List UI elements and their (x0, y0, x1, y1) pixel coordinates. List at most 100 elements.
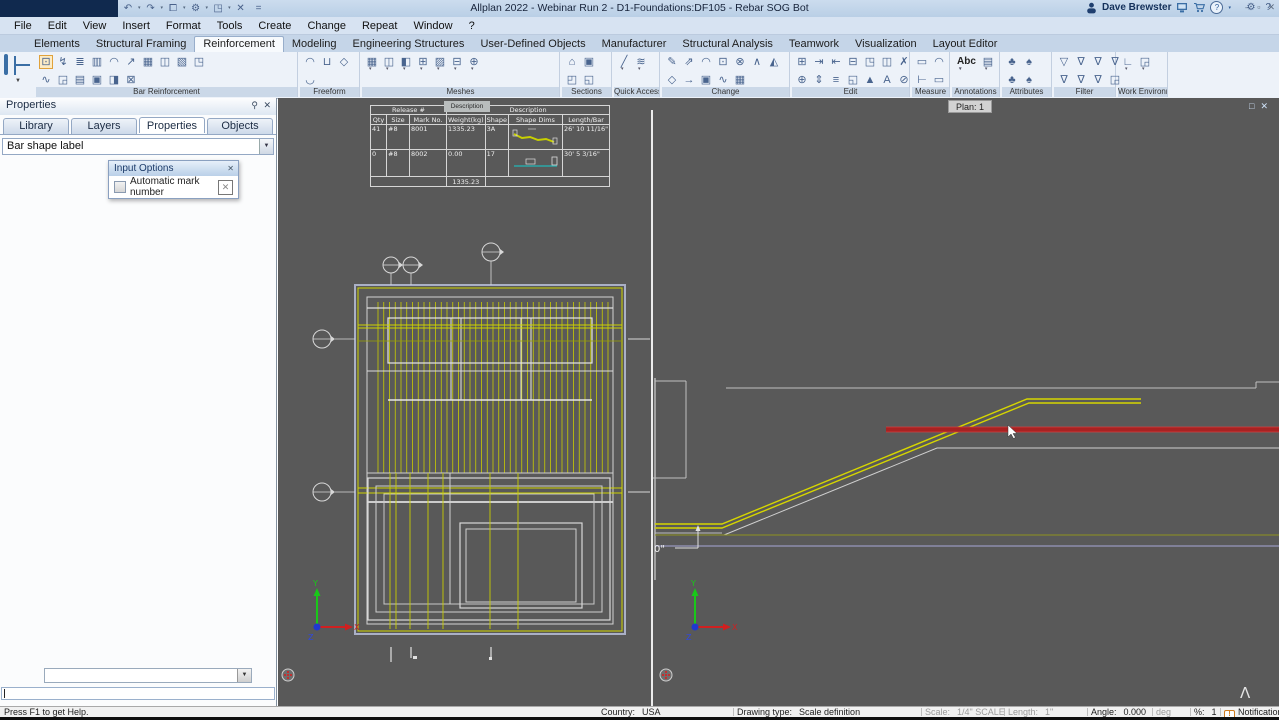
tool-icon[interactable]: ⊡ (716, 55, 730, 69)
tool-icon[interactable]: ⊕ (795, 73, 809, 87)
tool-icon[interactable]: ▤ (73, 73, 87, 87)
ribbon-tab-elements[interactable]: Elements (26, 37, 88, 52)
help-dropdown-icon[interactable]: ▾ (1228, 5, 1231, 11)
tool-icon[interactable]: ⊞ (795, 55, 809, 69)
tool-icon[interactable]: ◠ (699, 55, 713, 69)
tool-icon[interactable]: ⊠ (124, 73, 138, 87)
user-name[interactable]: Dave Brewster (1102, 2, 1171, 13)
monitor-icon[interactable] (1176, 2, 1188, 13)
tool-icon[interactable]: ◠ (303, 55, 317, 69)
tool-icon[interactable]: ◡ (303, 73, 317, 87)
tool-icon[interactable]: ╱ ▾ (617, 55, 631, 72)
tool-icon[interactable]: ▭ (932, 73, 946, 87)
tool-icon[interactable]: ⊟ ▾ (450, 55, 464, 72)
tool-icon[interactable]: ◲ (56, 73, 70, 87)
tool-icon[interactable]: ♠ (1022, 55, 1036, 69)
viewport-divider[interactable] (651, 110, 653, 706)
menu-item-view[interactable]: View (75, 19, 115, 33)
bar-shape-label-select[interactable]: Bar shape label ▼ (2, 138, 274, 155)
tool-icon[interactable]: ▽ (1057, 55, 1071, 69)
chevron-down-icon[interactable]: ▾ (1125, 62, 1128, 76)
ribbon-tab-visualization[interactable]: Visualization (847, 37, 925, 52)
tool-icon[interactable]: ⇤ (829, 55, 843, 69)
tool-icon[interactable]: ⌂ (565, 55, 579, 69)
close-icon[interactable]: ✕ (227, 161, 234, 176)
tool-icon[interactable]: Abc ▾ (955, 55, 978, 72)
tool-icon[interactable]: ◲ ▾ (1138, 55, 1152, 72)
close-icon[interactable]: ✕ (263, 100, 271, 111)
tool-icon[interactable]: ∿ (39, 73, 53, 87)
chevron-down-icon[interactable]: ▾ (959, 62, 962, 76)
tool-icon[interactable]: ↯ (56, 55, 70, 69)
tool-icon[interactable]: ▣ (90, 73, 104, 87)
tool-icon[interactable]: ▣ (582, 55, 596, 69)
panel-tab-layers[interactable]: Layers (71, 118, 137, 134)
tool-icon[interactable]: ∿ (716, 73, 730, 87)
tool-icon[interactable]: ✎ (665, 55, 679, 69)
tool-icon[interactable]: ∟ ▾ (1121, 55, 1135, 72)
tool-icon[interactable]: → (682, 73, 696, 87)
menu-item-[interactable]: ? (461, 19, 483, 33)
menu-item-edit[interactable]: Edit (40, 19, 75, 33)
tool-icon[interactable]: ▤ ▾ (981, 55, 995, 72)
tool-icon[interactable]: ◳ (863, 55, 877, 69)
tool-icon[interactable]: ⊟ (846, 55, 860, 69)
ribbon-tab-structural-analysis[interactable]: Structural Analysis (674, 37, 780, 52)
tool-icon[interactable]: ⊗ (733, 55, 747, 69)
tool-icon[interactable]: ◫ ▾ (382, 55, 396, 72)
tool-icon[interactable]: ▲ (863, 73, 877, 87)
tool-icon[interactable]: ◇ (337, 55, 351, 69)
chevron-down-icon[interactable]: ▾ (638, 62, 641, 76)
chevron-down-icon[interactable]: ▾ (454, 62, 457, 76)
menu-item-format[interactable]: Format (158, 19, 209, 33)
chevron-down-icon[interactable]: ▾ (403, 62, 406, 76)
tool-icon[interactable]: ⊘ (897, 73, 911, 87)
ribbon-tab-user-defined-objects[interactable]: User-Defined Objects (472, 37, 593, 52)
tool-icon[interactable]: ◨ (107, 73, 121, 87)
bottom-combobox[interactable]: ▼ (44, 668, 252, 683)
tool-icon[interactable]: ≣ (73, 55, 87, 69)
ribbon-tab-layout-editor[interactable]: Layout Editor (925, 37, 1006, 52)
tool-icon[interactable]: ⊡ (39, 54, 53, 69)
chevron-down-icon[interactable]: ▾ (386, 62, 389, 76)
tool-icon[interactable]: ◳ (192, 55, 206, 69)
shop-cart-icon[interactable] (1193, 2, 1206, 13)
tool-icon[interactable]: ∧ (750, 55, 764, 69)
tool-icon[interactable]: ◫ (880, 55, 894, 69)
panel-tab-library[interactable]: Library (3, 118, 69, 134)
menu-item-repeat[interactable]: Repeat (354, 19, 405, 33)
tool-icon[interactable]: ♣ (1005, 73, 1019, 87)
tool-icon[interactable]: ≡ (829, 73, 843, 87)
ribbon-tab-structural-framing[interactable]: Structural Framing (88, 37, 194, 52)
tool-icon[interactable]: ◫ (158, 55, 172, 69)
ribbon-tab-reinforcement[interactable]: Reinforcement (194, 36, 284, 52)
menu-item-window[interactable]: Window (405, 19, 460, 33)
tool-icon[interactable]: ◰ (565, 73, 579, 87)
tool-icon[interactable]: ▦ (733, 73, 747, 87)
panel-tab-objects[interactable]: Objects (207, 118, 273, 134)
automatic-mark-number-checkbox[interactable] (114, 181, 126, 193)
tool-icon[interactable]: ▧ (175, 55, 189, 69)
tool-icon[interactable]: ↗ (124, 55, 138, 69)
tool-icon[interactable]: ∇ (1091, 55, 1105, 69)
chevron-down-icon[interactable]: ▾ (621, 62, 624, 76)
tool-icon[interactable]: ⇕ (812, 73, 826, 87)
menu-item-file[interactable]: File (6, 19, 40, 33)
tool-icon[interactable]: ⇗ (682, 55, 696, 69)
menu-item-tools[interactable]: Tools (209, 19, 251, 33)
tool-icon[interactable]: ⊕ ▾ (467, 55, 481, 72)
drawing-canvas[interactable]: YXZ 0" Y X Z Λ Release # Description Qty Size Ma… (278, 98, 1279, 706)
tool-icon[interactable]: ◇ (665, 73, 679, 87)
chevron-down-icon[interactable]: ▼ (259, 139, 273, 154)
tool-icon[interactable]: ∇ (1074, 73, 1088, 87)
tool-icon[interactable]: ◧ ▾ (399, 55, 413, 72)
tool-icon[interactable]: ▦ ▾ (365, 55, 379, 72)
tool-icon[interactable]: ≋ ▾ (634, 55, 648, 72)
help-icon[interactable]: ? (1210, 1, 1224, 14)
ribbon-option-icon-0[interactable]: ⚙ (1246, 2, 1255, 13)
tool-icon[interactable]: ∇ (1057, 73, 1071, 87)
ribbon-tab-manufacturer[interactable]: Manufacturer (594, 37, 675, 52)
tool-icon[interactable]: ◭ (767, 55, 781, 69)
tool-icon[interactable]: ◠ (107, 55, 121, 69)
input-options-titlebar[interactable]: Input Options ✕ (109, 161, 238, 176)
